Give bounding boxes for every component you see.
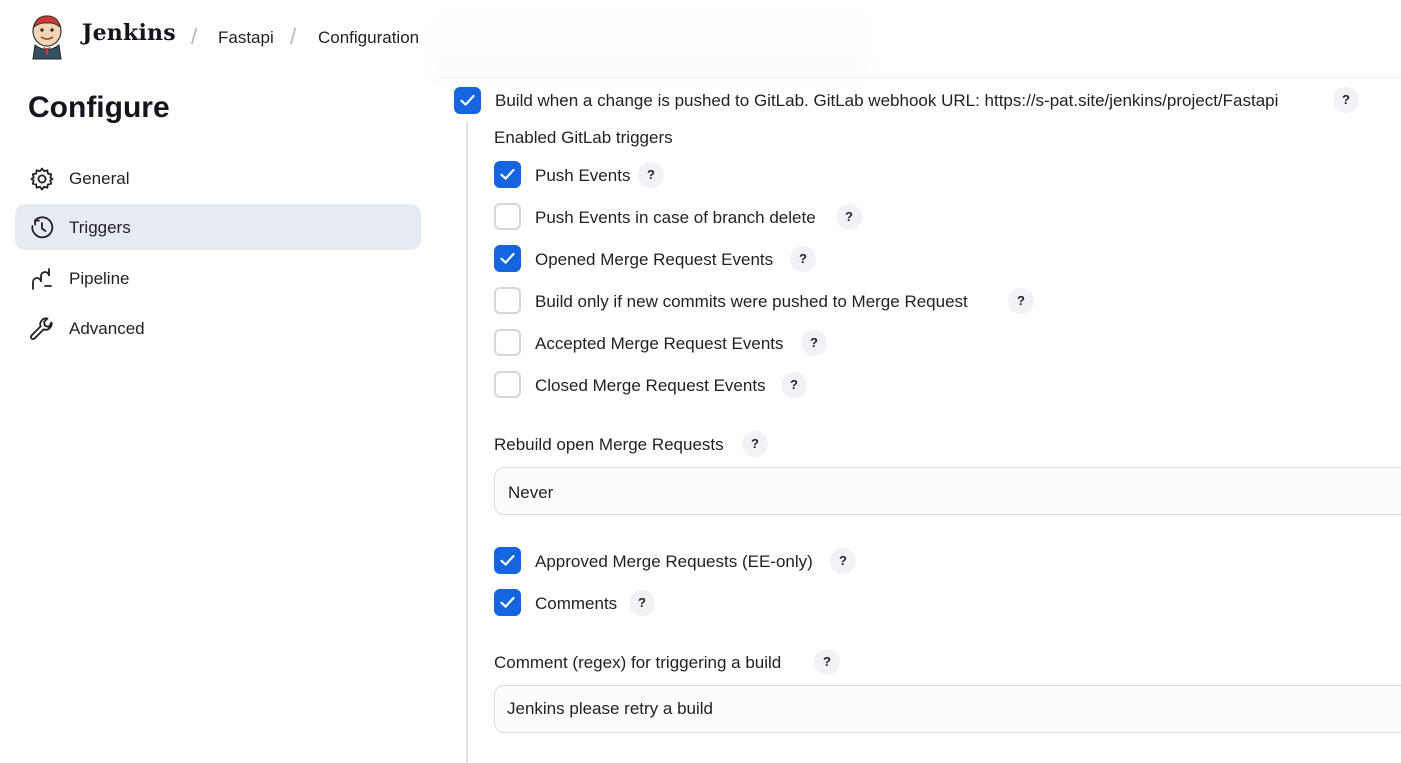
sidebar-item-pipeline[interactable]: Pipeline xyxy=(15,255,421,301)
sidebar-item-triggers[interactable]: Triggers xyxy=(15,204,421,250)
comment-regex-input[interactable] xyxy=(494,685,1401,733)
help-icon[interactable]: ? xyxy=(781,372,807,398)
help-icon[interactable]: ? xyxy=(836,204,862,230)
help-icon[interactable]: ? xyxy=(629,590,655,616)
checkmark-icon xyxy=(500,252,515,264)
opened-merge-request-checkbox[interactable] xyxy=(494,245,521,272)
breadcrumb-fastapi[interactable]: Fastapi xyxy=(218,28,274,48)
sidebar-item-label: Advanced xyxy=(69,319,145,338)
rebuild-open-mr-select[interactable]: Never xyxy=(494,467,1401,515)
comments-label[interactable]: Comments xyxy=(535,594,617,614)
enabled-triggers-heading: Enabled GitLab triggers xyxy=(494,128,673,147)
sidebar-item-label: Pipeline xyxy=(69,269,130,288)
help-icon[interactable]: ? xyxy=(742,431,768,457)
gear-icon xyxy=(30,167,54,191)
header-blur xyxy=(430,0,870,78)
sidebar-item-label: Triggers xyxy=(69,218,131,237)
push-events-branch-delete-checkbox[interactable] xyxy=(494,203,521,230)
clock-icon xyxy=(31,216,54,239)
help-icon[interactable]: ? xyxy=(814,649,840,675)
help-icon[interactable]: ? xyxy=(830,548,856,574)
rebuild-selected-value: Never xyxy=(508,483,554,502)
checkmark-icon xyxy=(500,596,515,608)
gitlab-trigger-label[interactable]: Build when a change is pushed to GitLab.… xyxy=(495,91,1278,111)
build-new-commits-label[interactable]: Build only if new commits were pushed to… xyxy=(535,292,968,312)
sidebar-item-label: General xyxy=(69,169,130,188)
closed-merge-request-label[interactable]: Closed Merge Request Events xyxy=(535,376,766,396)
rebuild-open-mr-label: Rebuild open Merge Requests xyxy=(494,435,724,454)
approved-merge-request-checkbox[interactable] xyxy=(494,547,521,574)
opened-merge-request-label[interactable]: Opened Merge Request Events xyxy=(535,250,773,270)
push-events-checkbox[interactable] xyxy=(494,161,521,188)
gitlab-trigger-checkbox[interactable] xyxy=(454,87,481,114)
checkmark-icon xyxy=(500,554,515,566)
top-header: Jenkins / Fastapi / Configuration xyxy=(0,0,1401,78)
comment-regex-label: Comment (regex) for triggering a build xyxy=(494,653,782,672)
help-icon[interactable]: ? xyxy=(790,246,816,272)
build-new-commits-checkbox[interactable] xyxy=(494,287,521,314)
jenkins-logo-icon[interactable] xyxy=(30,14,64,60)
accepted-merge-request-label[interactable]: Accepted Merge Request Events xyxy=(535,334,784,354)
wrench-icon xyxy=(30,317,53,340)
checkmark-icon xyxy=(460,94,475,106)
push-events-label[interactable]: Push Events xyxy=(535,166,630,186)
breadcrumb-separator: / xyxy=(191,24,198,49)
breadcrumb-separator: / xyxy=(290,24,297,49)
nested-options-rule xyxy=(466,122,468,763)
pipeline-icon xyxy=(32,268,52,290)
sidebar-item-advanced[interactable]: Advanced xyxy=(15,305,421,351)
approved-merge-request-label[interactable]: Approved Merge Requests (EE-only) xyxy=(535,552,813,572)
comments-checkbox[interactable] xyxy=(494,589,521,616)
help-icon[interactable]: ? xyxy=(1333,87,1359,113)
breadcrumb-configuration[interactable]: Configuration xyxy=(318,28,419,48)
brand-name[interactable]: Jenkins xyxy=(82,20,176,46)
accepted-merge-request-checkbox[interactable] xyxy=(494,329,521,356)
section-divider xyxy=(440,77,1401,78)
push-events-branch-delete-label[interactable]: Push Events in case of branch delete xyxy=(535,208,816,228)
help-icon[interactable]: ? xyxy=(1008,288,1034,314)
closed-merge-request-checkbox[interactable] xyxy=(494,371,521,398)
page-title: Configure xyxy=(28,91,170,124)
sidebar-item-general[interactable]: General xyxy=(15,155,421,201)
help-icon[interactable]: ? xyxy=(801,330,827,356)
checkmark-icon xyxy=(500,168,515,180)
help-icon[interactable]: ? xyxy=(638,162,664,188)
